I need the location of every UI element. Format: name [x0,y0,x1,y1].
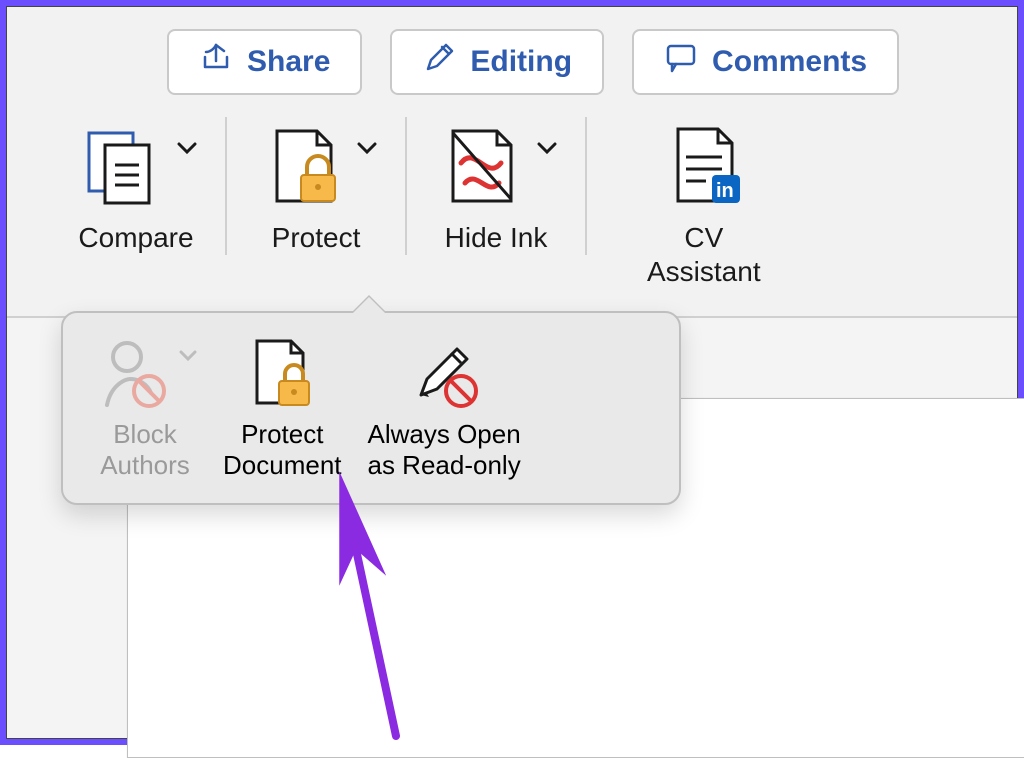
chevron-down-icon[interactable] [177,117,197,160]
hide-ink-group[interactable]: Hide Ink [407,117,587,255]
block-authors-item: Block Authors [85,329,205,485]
editing-mode-button[interactable]: Editing [390,29,604,95]
ink-icon [435,117,531,213]
always-readonly-label: Always Open as Read-only [368,419,521,481]
pencil-icon [422,41,456,83]
comments-label: Comments [712,45,867,79]
ribbon-review-section: Compare Protect [7,107,1017,316]
protect-label: Protect [272,221,361,255]
cv-assistant-icon: in [656,117,752,213]
protect-group[interactable]: Protect [227,117,407,255]
share-button[interactable]: Share [167,29,362,95]
share-label: Share [247,45,330,79]
block-authors-label: Block Authors [100,419,190,481]
protect-document-label: Protect Document [223,419,342,481]
pencil-block-icon [403,333,485,415]
protect-icon [255,117,351,213]
editing-label: Editing [470,45,572,79]
comment-icon [664,41,698,83]
compare-label: Compare [78,221,193,255]
cv-assistant-group[interactable]: in CV Assistant [587,117,789,288]
chevron-down-icon[interactable] [537,117,557,160]
compare-group[interactable]: Compare [47,117,227,255]
hide-ink-label: Hide Ink [445,221,548,255]
protect-document-item[interactable]: Protect Document [215,329,350,485]
title-actions-row: Share Editing Comments [7,7,1017,107]
person-block-icon [93,333,175,415]
protect-document-icon [241,333,323,415]
chevron-down-icon[interactable] [357,117,377,160]
cv-assistant-label: CV Assistant [647,221,761,288]
protect-dropdown: Block Authors Protect Document Always Op [61,311,681,505]
comments-button[interactable]: Comments [632,29,899,95]
share-icon [199,41,233,83]
compare-icon [75,117,171,213]
svg-text:in: in [716,180,734,202]
chevron-down-icon [179,333,197,367]
always-readonly-item[interactable]: Always Open as Read-only [360,329,529,485]
